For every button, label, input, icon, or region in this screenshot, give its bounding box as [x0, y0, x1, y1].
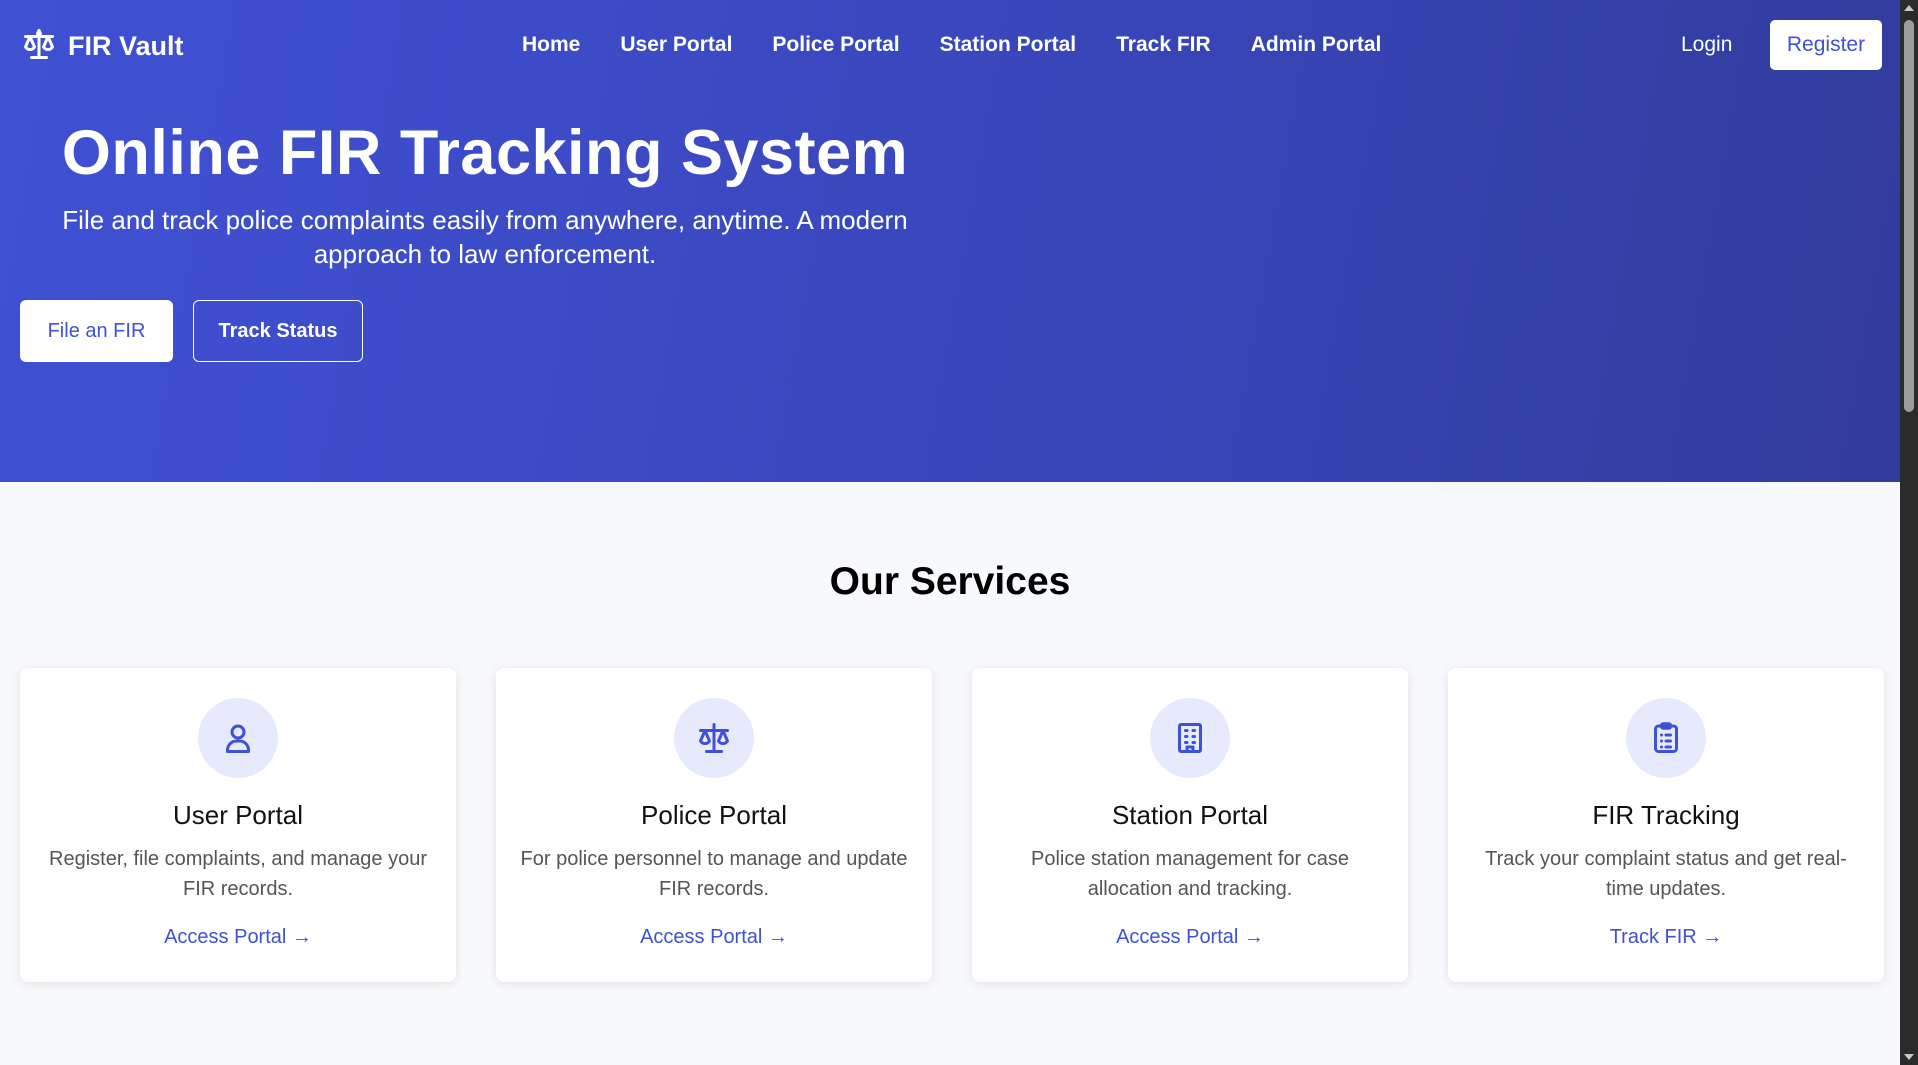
card-description: For police personnel to manage and updat… — [520, 848, 908, 900]
vertical-scrollbar[interactable] — [1900, 0, 1918, 1065]
service-card-station-portal: Station Portal Police station management… — [972, 668, 1408, 982]
hero-subtitle: File and track police complaints easily … — [62, 205, 908, 269]
hero-title: Online FIR Tracking System — [61, 118, 909, 188]
hero-section: FIR Vault Home User Portal Police Portal… — [0, 0, 1900, 482]
nav-link-police-portal[interactable]: Police Portal — [772, 33, 899, 57]
card-description: Track your complaint status and get real… — [1485, 848, 1847, 900]
scroll-down-arrow-icon[interactable] — [1904, 1054, 1914, 1060]
services-heading: Our Services — [829, 560, 1071, 603]
scroll-up-arrow-icon[interactable] — [1904, 5, 1914, 11]
nav-link-user-portal[interactable]: User Portal — [620, 33, 732, 57]
nav-link-home[interactable]: Home — [522, 33, 580, 57]
building-icon — [1150, 698, 1230, 778]
card-description: Police station management for case alloc… — [1031, 848, 1349, 900]
card-title: Station Portal — [1111, 800, 1269, 830]
card-title: Police Portal — [641, 800, 787, 830]
register-button[interactable]: Register — [1770, 20, 1882, 70]
brand-name: FIR Vault — [68, 31, 184, 61]
nav-links: Home User Portal Police Portal Station P… — [522, 33, 1381, 57]
card-title: FIR Tracking — [1592, 800, 1740, 830]
access-portal-link[interactable]: Access Portal → — [20, 926, 456, 949]
brand-logo[interactable]: FIR Vault — [20, 26, 184, 67]
scales-icon — [674, 698, 754, 778]
card-description: Register, file complaints, and manage yo… — [49, 848, 427, 900]
clipboard-icon — [1626, 698, 1706, 778]
user-icon — [198, 698, 278, 778]
track-status-button[interactable]: Track Status — [193, 300, 363, 362]
login-link[interactable]: Login — [1681, 33, 1732, 57]
track-fir-link[interactable]: Track FIR → — [1448, 926, 1884, 949]
service-card-police-portal: Police Portal For police personnel to ma… — [496, 668, 932, 982]
nav-link-admin-portal[interactable]: Admin Portal — [1251, 33, 1382, 57]
scrollbar-thumb[interactable] — [1904, 20, 1914, 412]
card-title: User Portal — [172, 800, 304, 830]
access-portal-link[interactable]: Access Portal → — [972, 926, 1408, 949]
page: FIR Vault Home User Portal Police Portal… — [0, 0, 1900, 1065]
access-portal-link[interactable]: Access Portal → — [496, 926, 932, 949]
service-card-user-portal: User Portal Register, file complaints, a… — [20, 668, 456, 982]
file-fir-button[interactable]: File an FIR — [20, 300, 173, 362]
scales-icon — [20, 26, 58, 67]
nav-link-track-fir[interactable]: Track FIR — [1116, 33, 1211, 57]
service-card-fir-tracking: FIR Tracking Track your complaint status… — [1448, 668, 1884, 982]
nav-link-station-portal[interactable]: Station Portal — [940, 33, 1077, 57]
top-navbar: FIR Vault Home User Portal Police Portal… — [0, 0, 1900, 92]
